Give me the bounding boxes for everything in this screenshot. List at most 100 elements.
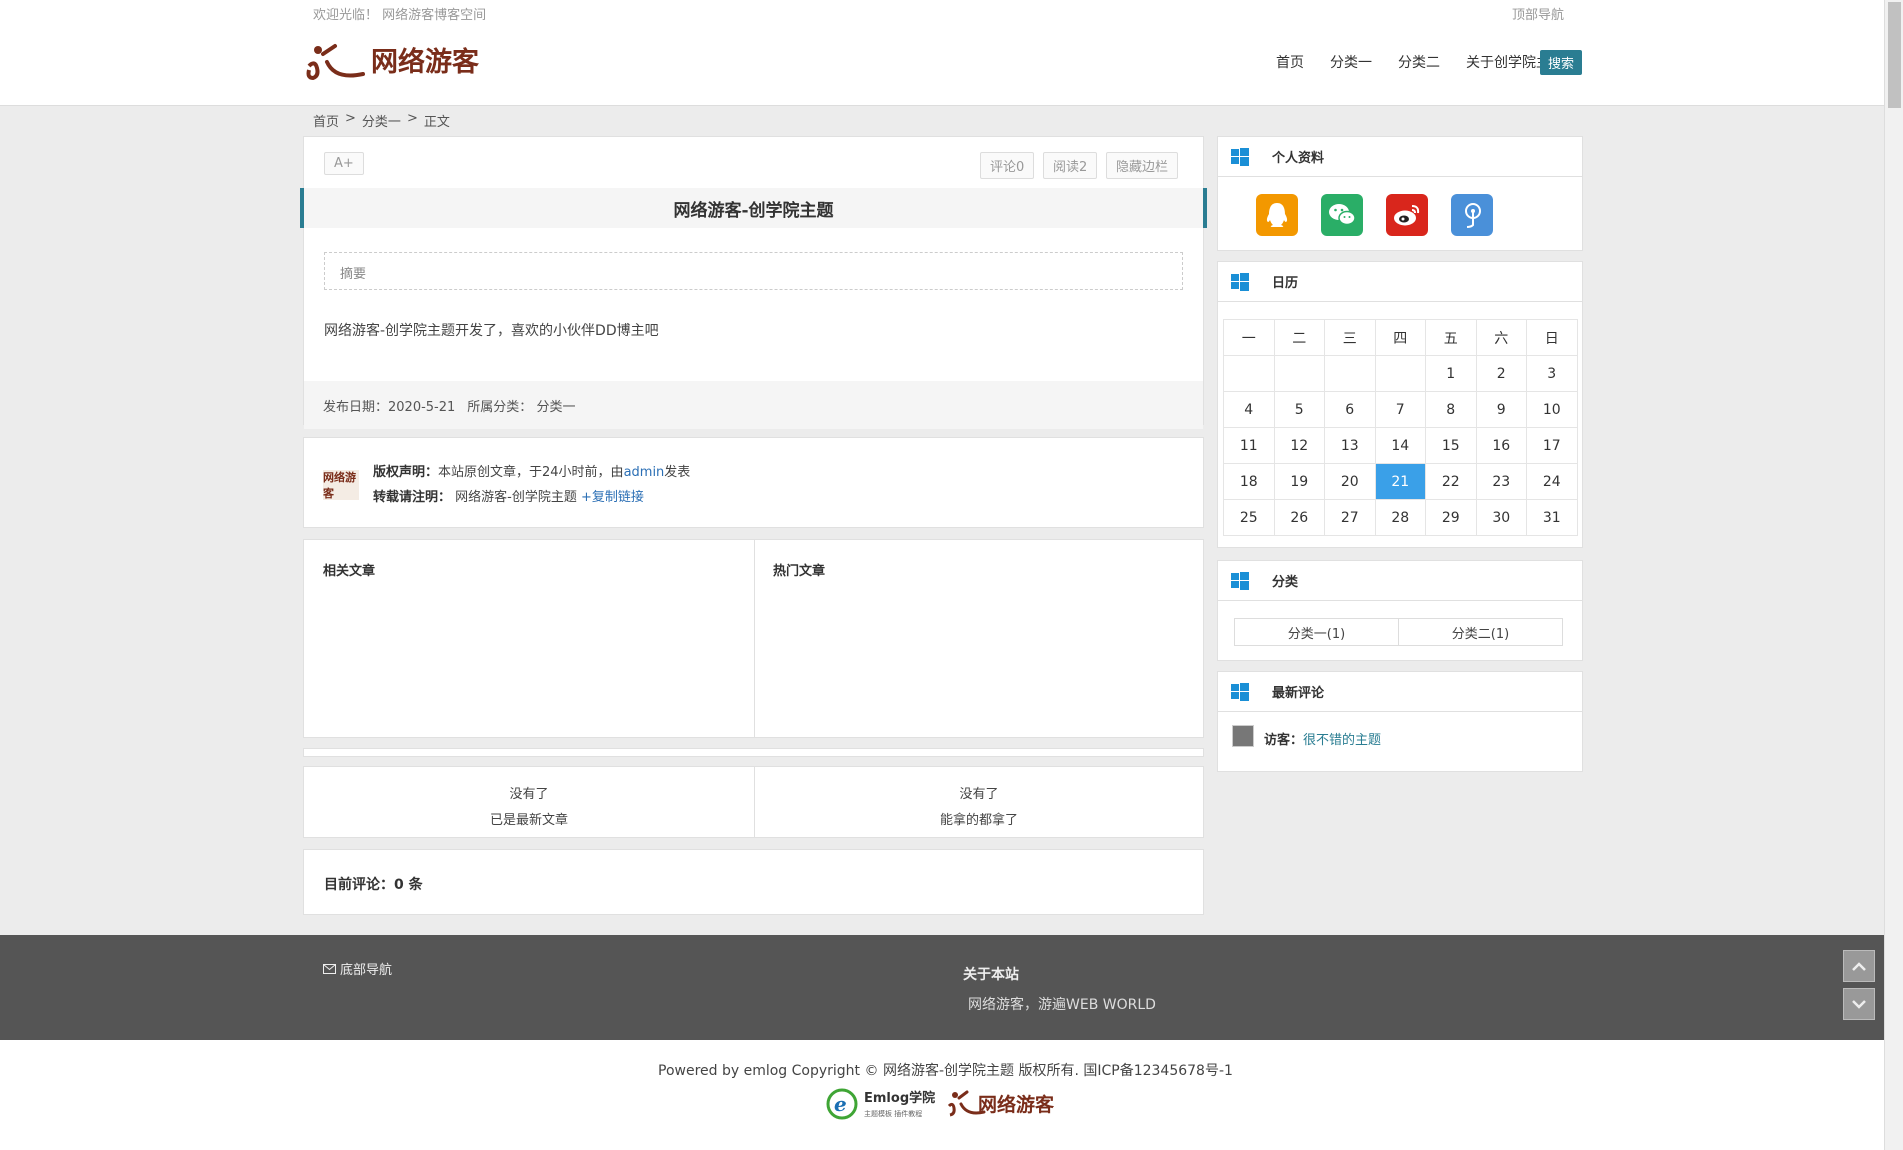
calendar-day: 28 xyxy=(1374,499,1426,536)
top-nav-link[interactable]: 顶部导航 xyxy=(1512,4,1564,23)
hot-articles-title: 热门文章 xyxy=(773,564,826,579)
scroll-to-top-button[interactable] xyxy=(1843,950,1875,982)
category-button-two[interactable]: 分类二(1) xyxy=(1398,618,1563,646)
svg-text:e: e xyxy=(834,1092,847,1116)
weibo-icon[interactable] xyxy=(1386,194,1428,236)
related-articles-title: 相关文章 xyxy=(323,564,376,579)
calendar-day: 23 xyxy=(1475,463,1527,500)
hide-sidebar-button[interactable]: 隐藏边栏 xyxy=(1106,152,1179,179)
calendar-day: 16 xyxy=(1475,427,1527,464)
emlog-logo[interactable]: e Emlog学院 主题模板 插件教程 xyxy=(826,1086,941,1126)
svg-text:主题模板 插件教程: 主题模板 插件教程 xyxy=(864,1109,922,1118)
nav-category-two[interactable]: 分类二 xyxy=(1398,52,1440,72)
calendar-day: 5 xyxy=(1273,391,1325,428)
bottom-nav[interactable]: 底部导航 xyxy=(323,959,392,978)
calendar-day: 31 xyxy=(1526,499,1578,536)
nav-category-one[interactable]: 分类一 xyxy=(1330,52,1372,72)
blog-icon[interactable] xyxy=(1451,194,1493,236)
windows-icon xyxy=(1231,571,1249,590)
breadcrumb-category[interactable]: 分类一 xyxy=(362,111,401,130)
calendar-week-row: 11 12 13 14 15 16 17 xyxy=(1223,427,1578,464)
breadcrumb-current: 正文 xyxy=(423,115,450,130)
weekday-cell: 五 xyxy=(1425,319,1477,356)
wechat-icon[interactable] xyxy=(1321,194,1363,236)
comments-panel: 目前评论：0 条 xyxy=(303,849,1204,915)
page-scrollbar[interactable] xyxy=(1884,0,1903,1150)
profile-widget: 个人资料 xyxy=(1217,136,1583,251)
weekday-cell: 三 xyxy=(1324,319,1376,356)
breadcrumb-home[interactable]: 首页 xyxy=(313,111,339,130)
calendar-day: 24 xyxy=(1526,463,1578,500)
category-widget-header: 分类 xyxy=(1218,561,1582,601)
calendar-day: 17 xyxy=(1526,427,1578,464)
profile-widget-header: 个人资料 xyxy=(1218,137,1582,177)
font-size-button[interactable]: A+ xyxy=(324,152,364,175)
article-category-link[interactable]: 分类一 xyxy=(536,400,575,415)
calendar-weekday-row: 一 二 三 四 五 六 日 xyxy=(1223,319,1578,356)
calendar-day: 20 xyxy=(1324,463,1376,500)
calendar-day xyxy=(1324,355,1376,392)
calendar-table: 一 二 三 四 五 六 日 1 2 3 4 5 6 7 8 9 10 11 12… xyxy=(1223,319,1578,536)
about-title: 关于本站 xyxy=(963,967,1019,983)
scroll-to-bottom-button[interactable] xyxy=(1843,988,1875,1020)
search-button[interactable]: 搜索 xyxy=(1540,50,1583,75)
breadcrumb-separator: > xyxy=(345,111,356,126)
calendar-day: 29 xyxy=(1425,499,1477,536)
calendar-day: 3 xyxy=(1526,355,1578,392)
category-widget: 分类 分类一(1) 分类二(1) xyxy=(1217,560,1583,661)
scrollbar-thumb[interactable] xyxy=(1888,2,1901,108)
author-link[interactable]: admin xyxy=(624,465,665,480)
calendar-day xyxy=(1273,355,1325,392)
about-text: 网络游客，游遍WEB WORLD xyxy=(968,997,1156,1013)
comments-count: 目前评论：0 条 xyxy=(324,877,423,893)
article-panel: A+ 评论0 阅读2 隐藏边栏 网络游客-创学院主题 摘要 网络游客-创学院主题… xyxy=(300,136,1207,429)
calendar-day: 12 xyxy=(1273,427,1325,464)
related-panel: 相关文章 热门文章 xyxy=(303,539,1204,738)
breadcrumb-separator: > xyxy=(406,111,418,126)
calendar-day: 27 xyxy=(1324,499,1376,536)
calendar-day: 25 xyxy=(1223,499,1275,536)
chevron-down-icon xyxy=(1852,999,1866,1009)
copyright-panel: 网络游客 版权声明：本站原创文章，于24小时前，由admin发表 转载请注明： … xyxy=(303,437,1204,528)
main-nav: 首页 分类一 分类二 关于创学院主题 xyxy=(1276,52,1564,72)
calendar-day xyxy=(1374,355,1426,392)
copy-link-button[interactable]: +复制链接 xyxy=(581,490,644,505)
weekday-cell: 二 xyxy=(1273,319,1325,356)
comments-count-button[interactable]: 评论0 xyxy=(980,152,1035,179)
repost-notice: 转载请注明： 网络游客-创学院主题 +复制链接 xyxy=(373,490,644,505)
site-header: 欢迎光临！ 网络游客博客空间 顶部导航 网络游客 首页 分类一 分类二 关于创学… xyxy=(0,0,1884,106)
qq-icon[interactable] xyxy=(1256,194,1298,236)
footer-site-logo[interactable]: 网络游客 xyxy=(946,1088,1066,1122)
article-title: 网络游客-创学院主题 xyxy=(300,188,1207,228)
calendar-day: 26 xyxy=(1273,499,1325,536)
calendar-week-row: 1 2 3 xyxy=(1223,355,1578,392)
category-label: 所属分类： xyxy=(467,400,533,415)
calendar-day: 15 xyxy=(1425,427,1477,464)
next-post[interactable]: 没有了 能拿的都拿了 xyxy=(754,767,1204,837)
hot-articles: 热门文章 xyxy=(754,540,1204,737)
category-button-one[interactable]: 分类一(1) xyxy=(1234,618,1399,646)
article-meta: 发布日期：2020-5-21 所属分类： 分类一 xyxy=(304,381,1203,429)
welcome-text: 欢迎光临！ 网络游客博客空间 xyxy=(313,8,487,23)
author-avatar: 网络游客 xyxy=(323,470,359,500)
previous-post[interactable]: 没有了 已是最新文章 xyxy=(304,767,754,837)
reads-count-button[interactable]: 阅读2 xyxy=(1043,152,1098,179)
latest-comment[interactable]: 访客：很不错的主题 xyxy=(1264,729,1381,748)
calendar-day: 18 xyxy=(1223,463,1275,500)
site-logo[interactable]: 网络游客 xyxy=(305,40,525,82)
windows-icon xyxy=(1231,682,1249,701)
weekday-cell: 日 xyxy=(1526,319,1578,356)
article-body: 网络游客-创学院主题开发了，喜欢的小伙伴DD博主吧 xyxy=(324,323,659,339)
calendar-week-row: 25 26 27 28 29 30 31 xyxy=(1223,499,1578,536)
calendar-day: 19 xyxy=(1273,463,1325,500)
nav-home[interactable]: 首页 xyxy=(1276,52,1304,72)
calendar-day: 1 xyxy=(1425,355,1477,392)
related-articles: 相关文章 xyxy=(304,540,754,737)
svg-text:网络游客: 网络游客 xyxy=(371,46,480,78)
breadcrumb: 首页 > 分类一 > 正文 xyxy=(313,111,450,130)
calendar-day-today[interactable]: 21 xyxy=(1374,463,1426,500)
chevron-up-icon xyxy=(1852,961,1866,971)
copyright-bar: Powered by emlog Copyright © 网络游客-创学院主题 … xyxy=(0,1040,1884,1150)
calendar-day: 9 xyxy=(1475,391,1527,428)
calendar-day: 10 xyxy=(1526,391,1578,428)
